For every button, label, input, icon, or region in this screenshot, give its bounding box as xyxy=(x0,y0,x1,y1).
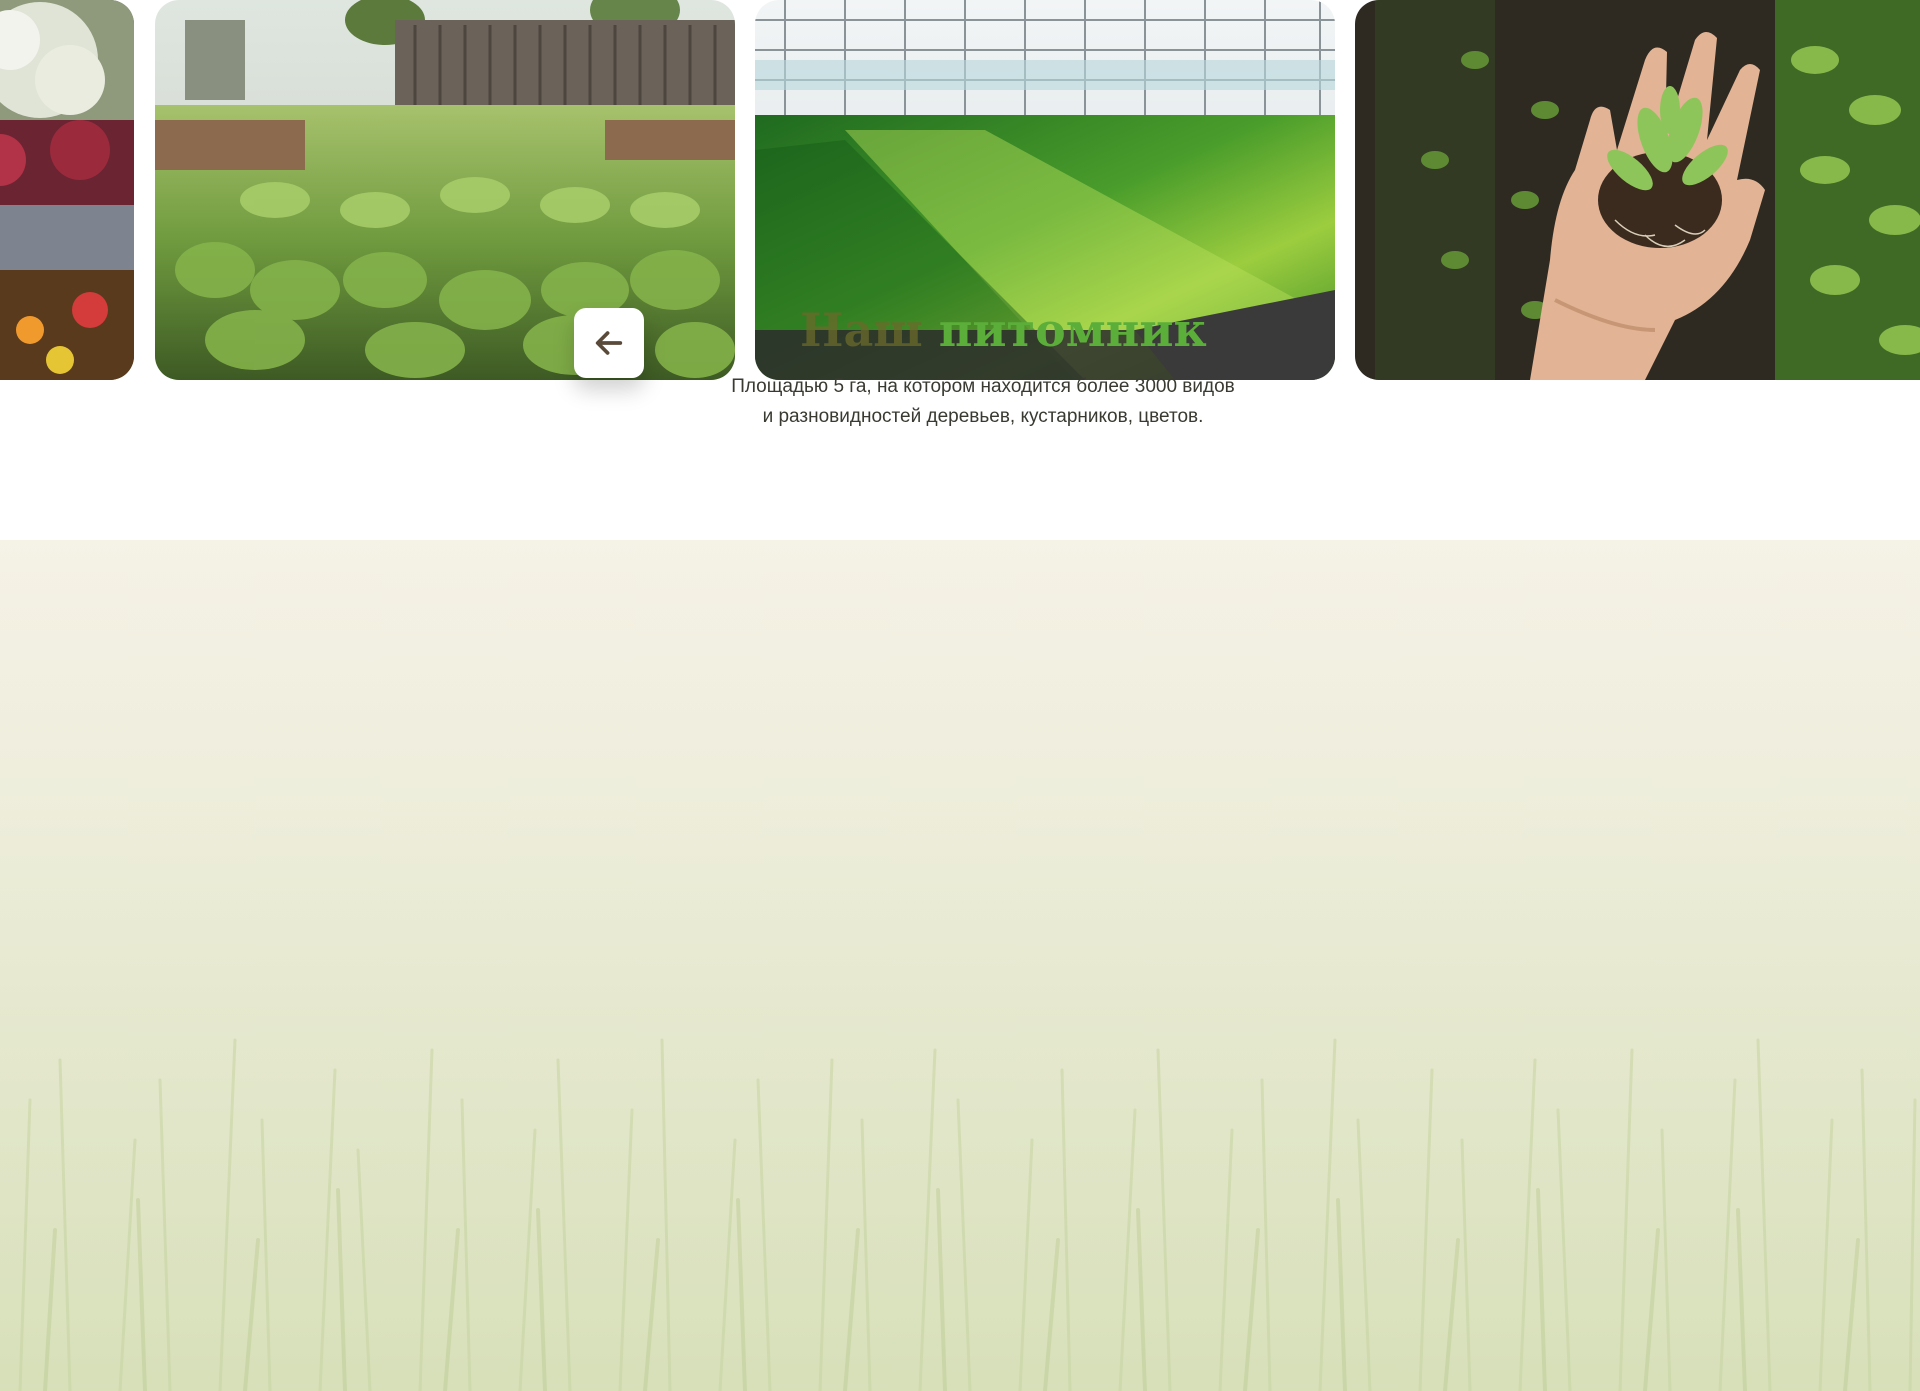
description-line-2: и разновидностей деревьев, кустарников, … xyxy=(762,406,1204,427)
seedling-beds-image xyxy=(155,0,735,380)
hand-with-seedlings-image xyxy=(1355,0,1920,380)
carousel-prev-button[interactable] xyxy=(574,308,644,378)
grass-field-background-image xyxy=(0,540,1920,1391)
carousel-slide-seedlings[interactable] xyxy=(155,0,735,380)
flower-stall-image xyxy=(0,0,134,380)
description-line-1: Площадью 5 га, на котором находится боле… xyxy=(731,376,1235,397)
section-title: Наш питомник xyxy=(800,300,1220,360)
carousel-slide-flowers[interactable] xyxy=(0,0,134,380)
section-title-word-2: питомник xyxy=(938,303,1207,357)
carousel-slide-hand[interactable] xyxy=(1355,0,1920,380)
section-description: Площадью 5 га, на котором находится боле… xyxy=(700,372,1266,432)
arrow-left-icon xyxy=(595,331,623,355)
section-title-word-1: Наш xyxy=(800,303,923,357)
grass-background-section xyxy=(0,540,1920,1391)
